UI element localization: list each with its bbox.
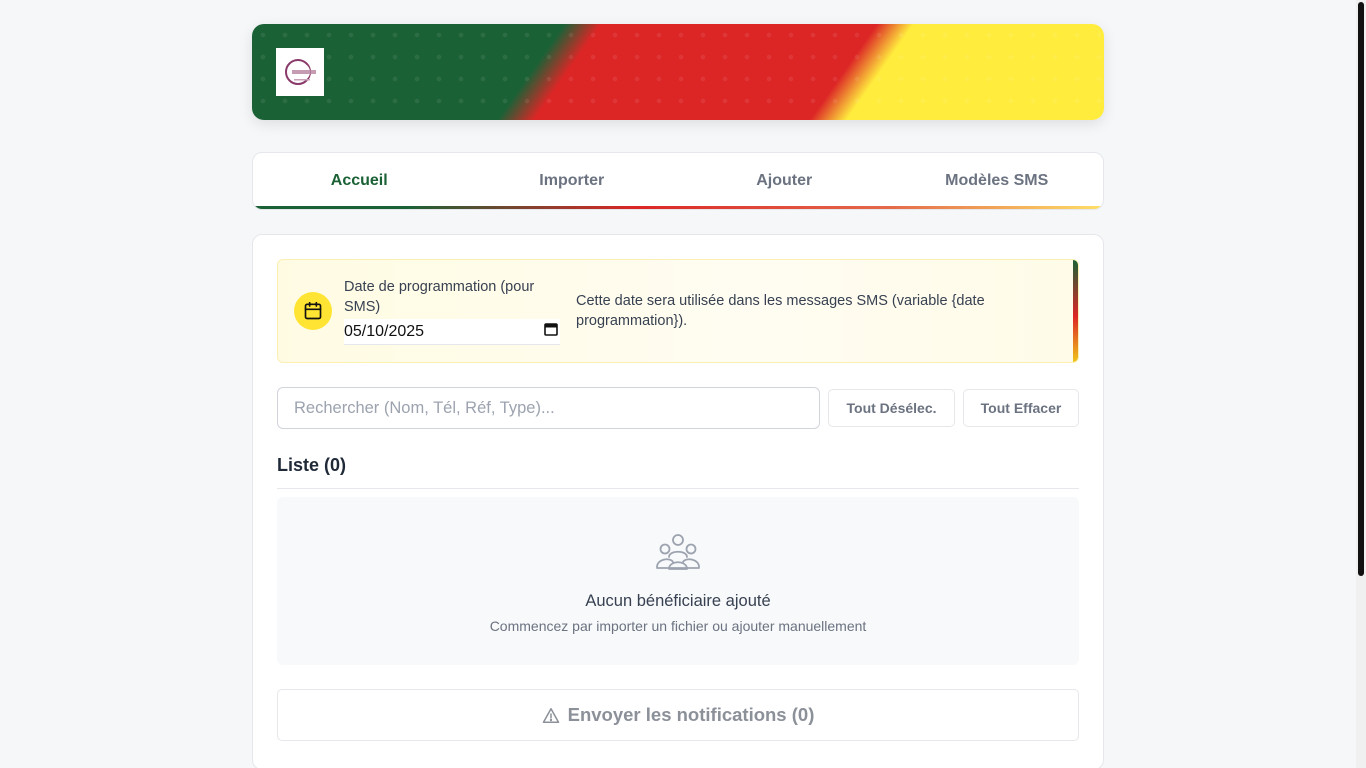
scrollbar-thumb[interactable]	[1358, 2, 1364, 576]
tab-modeles-sms[interactable]: Modèles SMS	[891, 153, 1104, 209]
main-card: Date de programmation (pour SMS) 05/10/2…	[252, 234, 1104, 768]
active-tab-indicator	[307, 206, 413, 209]
schedule-date-label: Date de programmation (pour SMS)	[344, 279, 535, 315]
tab-accueil[interactable]: Accueil	[253, 153, 466, 209]
header-banner	[252, 24, 1104, 120]
page-container: Accueil Importer Ajouter Modèles SMS Dat…	[252, 24, 1104, 768]
search-input[interactable]: Rechercher (Nom, Tél, Réf, Type)...	[277, 387, 820, 429]
schedule-date-input[interactable]: 05/10/2025	[344, 319, 560, 345]
calendar-icon	[294, 292, 332, 330]
empty-state-subtitle: Commencez par importer un fichier ou ajo…	[489, 618, 867, 634]
schedule-date-description: Cette date sera utilisée dans les messag…	[576, 293, 985, 329]
app-logo[interactable]	[276, 48, 324, 96]
search-row: Rechercher (Nom, Tél, Réf, Type)... Tout…	[277, 387, 1079, 429]
list-title: Liste (0)	[277, 455, 1079, 489]
tab-ajouter[interactable]: Ajouter	[678, 153, 891, 209]
scrollbar[interactable]	[1356, 0, 1366, 768]
empty-state-title: Aucun bénéficiaire ajouté	[585, 592, 771, 610]
tab-bar: Accueil Importer Ajouter Modèles SMS	[252, 152, 1104, 210]
schedule-date-value: 05/10/2025	[344, 322, 425, 340]
tab-importer[interactable]: Importer	[466, 153, 679, 209]
deselect-all-button[interactable]: Tout Désélec.	[828, 389, 955, 427]
users-icon	[656, 533, 700, 576]
clear-all-button[interactable]: Tout Effacer	[963, 389, 1079, 427]
schedule-date-box: Date de programmation (pour SMS) 05/10/2…	[277, 259, 1079, 363]
warning-icon	[542, 707, 560, 724]
calendar-picker-icon[interactable]	[544, 322, 558, 341]
send-notifications-button[interactable]: Envoyer les notifications (0)	[277, 689, 1079, 741]
empty-state: Aucun bénéficiaire ajouté Commencez par …	[277, 497, 1079, 665]
send-notifications-label: Envoyer les notifications (0)	[567, 704, 815, 725]
flag-strip	[1073, 260, 1078, 362]
